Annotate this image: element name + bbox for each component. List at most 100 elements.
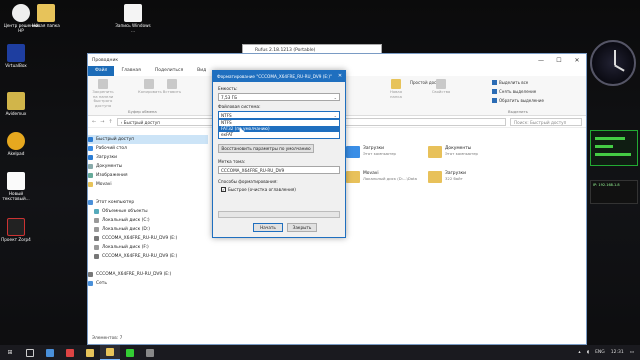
tab-view[interactable]: Вид <box>190 66 213 76</box>
nav-network[interactable]: Сеть <box>88 279 208 288</box>
desktop-icon-virtualbox[interactable]: VirtualBox <box>0 44 34 68</box>
documents-folder-icon <box>428 146 442 158</box>
capacity-label: Емкость: <box>218 86 238 91</box>
language-indicator[interactable]: ENG <box>595 350 605 355</box>
taskbar-app-3[interactable] <box>80 345 100 360</box>
select-all-icon <box>492 80 497 85</box>
volume-label-input[interactable]: CCCOMA_X64FRE_RU-RU_DV9 <box>218 166 340 174</box>
new-folder-button[interactable]: Новая папка <box>384 79 408 99</box>
nav-this-pc[interactable]: Этот компьютер <box>88 198 208 207</box>
text-file-icon <box>7 172 25 190</box>
chevron-down-icon: ⌄ <box>333 95 337 100</box>
clock-text[interactable]: 12:31 <box>611 350 624 355</box>
clipboard-group-label: Буфер обмена <box>128 109 157 114</box>
format-dialog-titlebar[interactable]: Форматирование "CCCOMA_X64FRE_RU-RU_DV9 … <box>213 71 345 82</box>
paste-button[interactable]: Вставить <box>162 79 182 95</box>
tile-documents[interactable]: Документы Этот компьютер <box>428 146 478 158</box>
file-system-select[interactable]: NTFS ⌄ <box>218 111 340 119</box>
quick-format-checkbox[interactable]: ✓ Быстрое (очистка оглавления) <box>221 187 296 192</box>
nav-quick-access[interactable]: Быстрый доступ <box>88 135 208 144</box>
forward-arrow-icon[interactable]: → <box>100 119 104 125</box>
cube-icon <box>94 209 99 214</box>
back-arrow-icon[interactable]: ← <box>92 119 96 125</box>
explorer-titlebar[interactable]: Проводник — ☐ ✕ <box>88 54 586 66</box>
capacity-select[interactable]: 7,53 ГБ ⌄ <box>218 93 340 101</box>
folder-icon <box>88 182 93 187</box>
new-folder-icon <box>391 79 401 89</box>
desktop-icon-avidemux[interactable]: Avidemux <box>0 92 34 116</box>
start-button[interactable]: ⊞ <box>0 345 20 360</box>
tile-downloads-2[interactable]: Загрузки 322 байт <box>428 171 466 183</box>
clock-widget <box>590 40 636 86</box>
project-icon <box>7 218 25 236</box>
fs-option-exfat[interactable]: exFAT <box>219 132 339 138</box>
star-icon <box>88 137 93 142</box>
taskbar-app-5[interactable] <box>140 345 160 360</box>
usb-drive-icon <box>94 236 99 241</box>
taskbar-app-4[interactable] <box>120 345 140 360</box>
status-bar: Элементов: 7 <box>92 336 123 341</box>
tile-movavi[interactable]: Movavi Локальный диск (D:...\Data <box>346 171 417 183</box>
format-dialog-title: Форматирование "CCCOMA_X64FRE_RU-RU_DV9 … <box>217 74 332 79</box>
taskbar: ⊞ ▴ ◖ ENG 12:31 ▭ <box>0 345 640 360</box>
downloads-folder-icon <box>346 146 360 158</box>
drive-icon <box>94 227 99 232</box>
nav-drive-e[interactable]: CCCOMA_X64FRE_RU-RU_DV9 (E:) <box>88 234 208 243</box>
tile-downloads[interactable]: Загрузки Этот компьютер <box>346 146 396 158</box>
dialog-close-icon[interactable]: ✕ <box>335 71 345 82</box>
taskbar-app-1[interactable] <box>40 345 60 360</box>
nav-movavi[interactable]: Movavi <box>88 180 208 189</box>
system-tray: ▴ ◖ ENG 12:31 ▭ <box>578 350 640 355</box>
network-meter-widget: IP: 192.168.1.8 <box>590 180 638 204</box>
desktop-icon-text-file[interactable]: Новый текстовый... <box>0 172 34 201</box>
nav-drive-d[interactable]: Локальный диск (D:) <box>88 225 208 234</box>
up-arrow-icon[interactable]: ↑ <box>108 119 112 125</box>
format-options-label: Способы форматирования: <box>218 179 278 184</box>
nav-drive-f[interactable]: Локальный диск (F:) <box>88 243 208 252</box>
minimize-button[interactable]: — <box>532 57 550 64</box>
windows-logo-icon: ⊞ <box>7 349 13 356</box>
desktop-icon-project[interactable]: Проект Zorp4 <box>0 218 34 242</box>
app-icon <box>46 348 54 357</box>
nav-3d-objects[interactable]: Объемные объекты <box>88 207 208 216</box>
maximize-button[interactable]: ☐ <box>550 57 568 64</box>
invert-selection-button[interactable]: Обратить выделение <box>492 98 544 103</box>
search-input[interactable]: Поиск: Быстрый доступ <box>510 117 582 126</box>
virtualbox-icon <box>7 44 25 62</box>
restore-defaults-button[interactable]: Восстановить параметры по умолчанию <box>218 144 314 153</box>
pin-button[interactable]: Закрепить на панели быстрого доступа <box>92 79 114 108</box>
tab-home[interactable]: Главная <box>114 66 147 76</box>
app-icon <box>66 348 74 357</box>
network-tray-icon[interactable]: ▴ <box>578 350 580 355</box>
nav-downloads[interactable]: Загрузки <box>88 153 208 162</box>
copy-button[interactable]: Копировать <box>138 79 162 95</box>
desktop-icon-akelpad[interactable]: Akelpad <box>0 132 34 156</box>
akelpad-icon <box>7 132 25 150</box>
downloads-icon <box>88 155 93 160</box>
nav-pictures[interactable]: Изображения <box>88 171 208 180</box>
format-progress-bar <box>218 211 340 218</box>
nav-drive-e-root[interactable]: CCCOMA_X64FRE_RU-RU_DV9 (E:) <box>88 270 208 279</box>
tab-share[interactable]: Поделиться <box>148 66 190 76</box>
properties-button[interactable]: Свойства <box>430 79 452 95</box>
desktop-icon-windows-record[interactable]: Запись Windows ... <box>115 4 151 33</box>
file-system-label: Файловая система: <box>218 104 261 109</box>
task-view-button[interactable] <box>20 345 40 360</box>
select-none-button[interactable]: Снять выделение <box>492 89 536 94</box>
drive-icon <box>94 218 99 223</box>
nav-documents[interactable]: Документы <box>88 162 208 171</box>
nav-drive-c[interactable]: Локальный диск (C:) <box>88 216 208 225</box>
close-dialog-button[interactable]: Закрыть <box>287 223 317 232</box>
nav-desktop[interactable]: Рабочий стол <box>88 144 208 153</box>
volume-tray-icon[interactable]: ◖ <box>587 350 589 355</box>
select-all-button[interactable]: Выделить все <box>492 80 528 85</box>
taskbar-app-2[interactable] <box>60 345 80 360</box>
desktop-icon-new-folder[interactable]: Новая папка <box>28 4 64 28</box>
tab-file[interactable]: Файл <box>88 66 115 76</box>
nav-drive-e-2[interactable]: CCCOMA_X64FRE_RU-RU_DV9 (E:) <box>88 252 208 261</box>
paste-icon <box>167 79 177 89</box>
close-button[interactable]: ✕ <box>568 57 586 64</box>
start-button[interactable]: Начать <box>253 223 283 232</box>
taskbar-explorer[interactable] <box>100 345 120 360</box>
notifications-icon[interactable]: ▭ <box>630 350 634 355</box>
